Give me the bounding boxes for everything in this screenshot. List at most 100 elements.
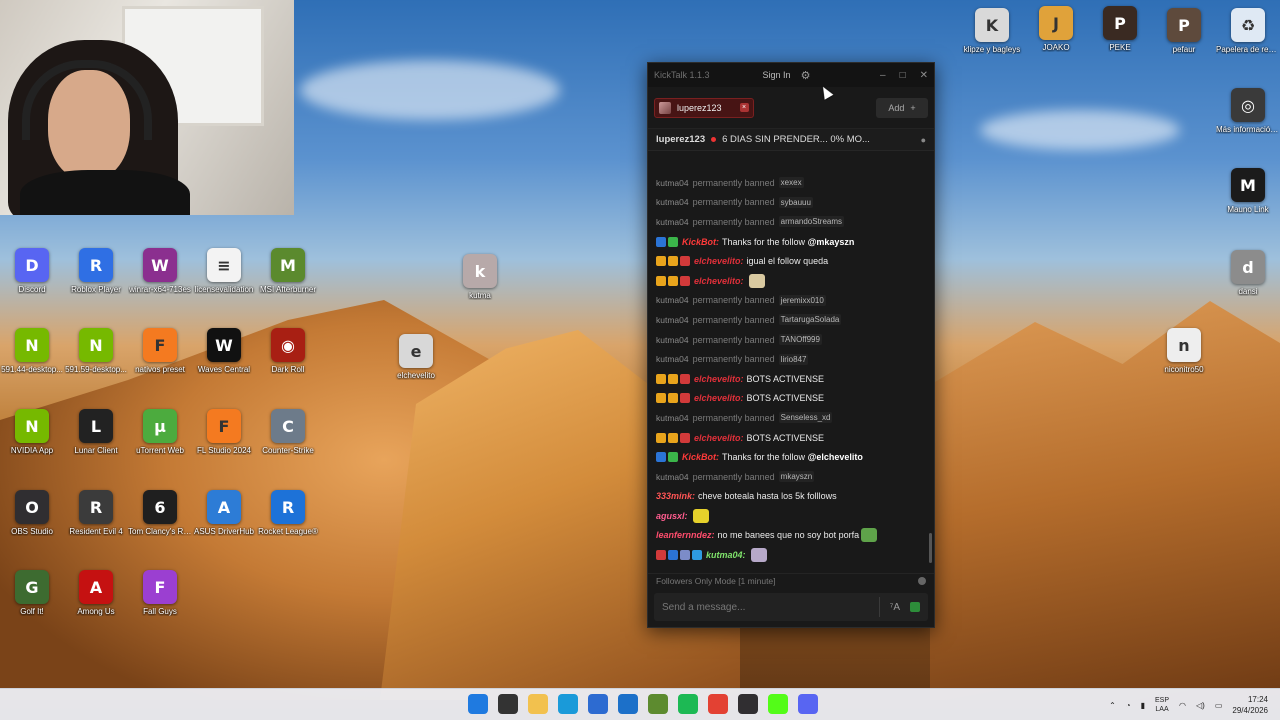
translate-icon[interactable]: ⁷A [890,602,900,613]
moderator-name[interactable]: kutma04 [656,295,689,305]
search-icon[interactable] [498,694,518,714]
moderator-name[interactable]: kutma04 [656,413,689,423]
desktop-icon[interactable]: R Roblox Player [64,248,128,294]
chat-username[interactable]: KickBot: [682,452,719,462]
desktop-icon[interactable]: P PEKE [1088,6,1152,52]
desktop-icon[interactable]: F Fall Guys [128,570,192,616]
chat-message[interactable]: elchevelito: BOTS ACTIVENSE [656,369,928,389]
mic-icon[interactable]: ▮ [1141,701,1145,710]
sign-in-button[interactable]: Sign In [763,70,791,80]
desktop-icon[interactable]: e elchevelito [384,334,448,380]
moderator-name[interactable]: kutma04 [656,197,689,207]
chat-username[interactable]: leanfernndez: [656,530,715,540]
banned-user[interactable]: xexex [778,177,804,189]
desktop-icon[interactable]: ♻ Papelera de reciclaje [1216,8,1280,54]
chat-username[interactable]: 333mink: [656,491,695,501]
chat-message[interactable]: agusxl: [656,506,928,526]
settings-gear-icon[interactable]: ⚙ [801,69,811,82]
desktop-icon[interactable]: N 591.59-desktop... [64,328,128,374]
clock[interactable]: 17:24 29/4/2026 [1232,694,1268,716]
banned-user[interactable]: Senseless_xd [778,412,833,424]
chat-username[interactable]: kutma04: [706,550,746,560]
banned-user[interactable]: TANOff999 [778,334,822,346]
desktop-icon[interactable]: W Waves Central [192,328,256,374]
start-button[interactable] [468,694,488,714]
ban-notice[interactable]: kutma04 permanently banned sybauuu [656,193,928,213]
moderator-name[interactable]: kutma04 [656,354,689,364]
desktop-icon[interactable]: M MSI Afterburner [256,248,320,294]
tab-close-icon[interactable]: × [739,103,749,112]
store-icon[interactable] [588,694,608,714]
ban-notice[interactable]: kutma04 permanently banned lirio847 [656,349,928,369]
desktop-icon[interactable]: F FL Studio 2024 [192,409,256,455]
chat-message[interactable]: 333mink: cheve boteala hasta los 5k folll… [656,487,928,507]
desktop-icon[interactable]: N 591.44-desktop... [0,328,64,374]
ban-notice[interactable]: kutma04 permanently banned armandoStreams [656,212,928,232]
chat-username[interactable]: elchevelito: [694,276,744,286]
chat-message[interactable]: elchevelito: igual el follow queda [656,251,928,271]
chat-username[interactable]: agusxl: [656,511,688,521]
outlook-icon[interactable] [618,694,638,714]
moderator-name[interactable]: kutma04 [656,315,689,325]
desktop-icon[interactable]: D Discord [0,248,64,294]
user-list-icon[interactable]: ● [921,135,926,145]
desktop-icon[interactable]: d dansi [1216,250,1280,296]
ban-notice[interactable]: kutma04 permanently banned Senseless_xd [656,408,928,428]
close-icon[interactable]: ✕ [920,70,928,81]
desktop-icon[interactable]: Fnativos preset [128,328,192,374]
moderator-name[interactable]: kutma04 [656,178,689,188]
chat-message[interactable]: elchevelito: BOTS ACTIVENSE [656,428,928,448]
desktop-icon[interactable]: L Lunar Client [64,409,128,455]
desktop-icon[interactable]: ◎ Más información sobre esta ima... [1216,88,1280,134]
desktop-icon[interactable]: Kklipze y bagleys [960,8,1024,54]
network-icon[interactable]: ◔ [1126,701,1131,710]
desktop-icon[interactable]: A ASUS DriverHub [192,490,256,536]
desktop-icon[interactable]: A Among Us [64,570,128,616]
desktop-icon[interactable]: J JOAKO [1024,6,1088,52]
desktop-icon[interactable]: O OBS Studio [0,490,64,536]
chat-scrollbar[interactable] [929,533,932,563]
chat-message[interactable]: elchevelito: BOTS ACTIVENSE [656,389,928,409]
banned-user[interactable]: TartarugaSolada [778,314,842,326]
desktop-icon[interactable]: ≡ licensevalidation [192,248,256,294]
desktop-icon[interactable]: N NVIDIA App [0,409,64,455]
kicktalk-window[interactable]: KickTalk 1.1.3 Sign In ⚙ – □ ✕ luperez12… [647,62,935,628]
desktop-icon[interactable]: ◉ Dark Roll [256,328,320,374]
moderator-name[interactable]: kutma04 [656,335,689,345]
discord-icon[interactable] [798,694,818,714]
chat-message[interactable]: kutma04: [656,545,928,565]
add-channel-button[interactable]: Add + [876,97,928,118]
info-icon[interactable] [918,576,926,585]
desktop-icon[interactable]: R Resident Evil 4 [64,490,128,536]
desktop-icon[interactable]: Wwinrar-x64-713es [128,248,192,294]
ban-notice[interactable]: kutma04 permanently banned xexex [656,173,928,193]
desktop-icon[interactable]: k kutma [448,254,512,300]
chat-message[interactable]: elchevelito: [656,271,928,291]
desktop-icon[interactable]: M Mauno Link [1216,168,1280,214]
ban-notice[interactable]: kutma04 permanently banned jeremixx010 [656,291,928,311]
ban-notice[interactable]: kutma04 permanently banned TartarugaSolada [656,310,928,330]
title-bar[interactable]: KickTalk 1.1.3 Sign In ⚙ – □ ✕ [648,63,934,87]
chevron-up-icon[interactable]: ⌃ [1109,701,1116,710]
desktop-icon[interactable]: C Counter-Strike [256,409,320,455]
battery-icon[interactable]: ▭ [1215,701,1223,710]
moderator-name[interactable]: kutma04 [656,472,689,482]
desktop-icon[interactable]: R Rocket League® [256,490,320,536]
emote-picker-icon[interactable] [910,602,920,612]
desktop-icon[interactable]: 6 Tom Clancy's Rainbow Six... [128,490,192,536]
chat-message[interactable]: KickBot: Thanks for the follow @elcheveli… [656,447,928,467]
mention[interactable]: @mkayszn [808,237,855,247]
chat-message[interactable]: KickBot: Thanks for the follow @mkayszn [656,232,928,252]
ban-notice[interactable]: kutma04 permanently banned mkayszn [656,467,928,487]
chat-username[interactable]: elchevelito: [694,393,744,403]
banned-user[interactable]: lirio847 [778,353,809,365]
banned-user[interactable]: mkayszn [778,471,815,483]
chat-username[interactable]: KickBot: [682,237,719,247]
desktop-icon[interactable]: n niconitro50 [1152,328,1216,374]
moderator-name[interactable]: kutma04 [656,217,689,227]
spotify-icon[interactable] [678,694,698,714]
channel-tab[interactable]: luperez123 × [654,97,754,118]
chat-username[interactable]: elchevelito: [694,374,744,384]
chat-message[interactable]: leanfernndez: no me banees que no soy bot… [656,526,928,546]
mention[interactable]: @elchevelito [808,452,863,462]
